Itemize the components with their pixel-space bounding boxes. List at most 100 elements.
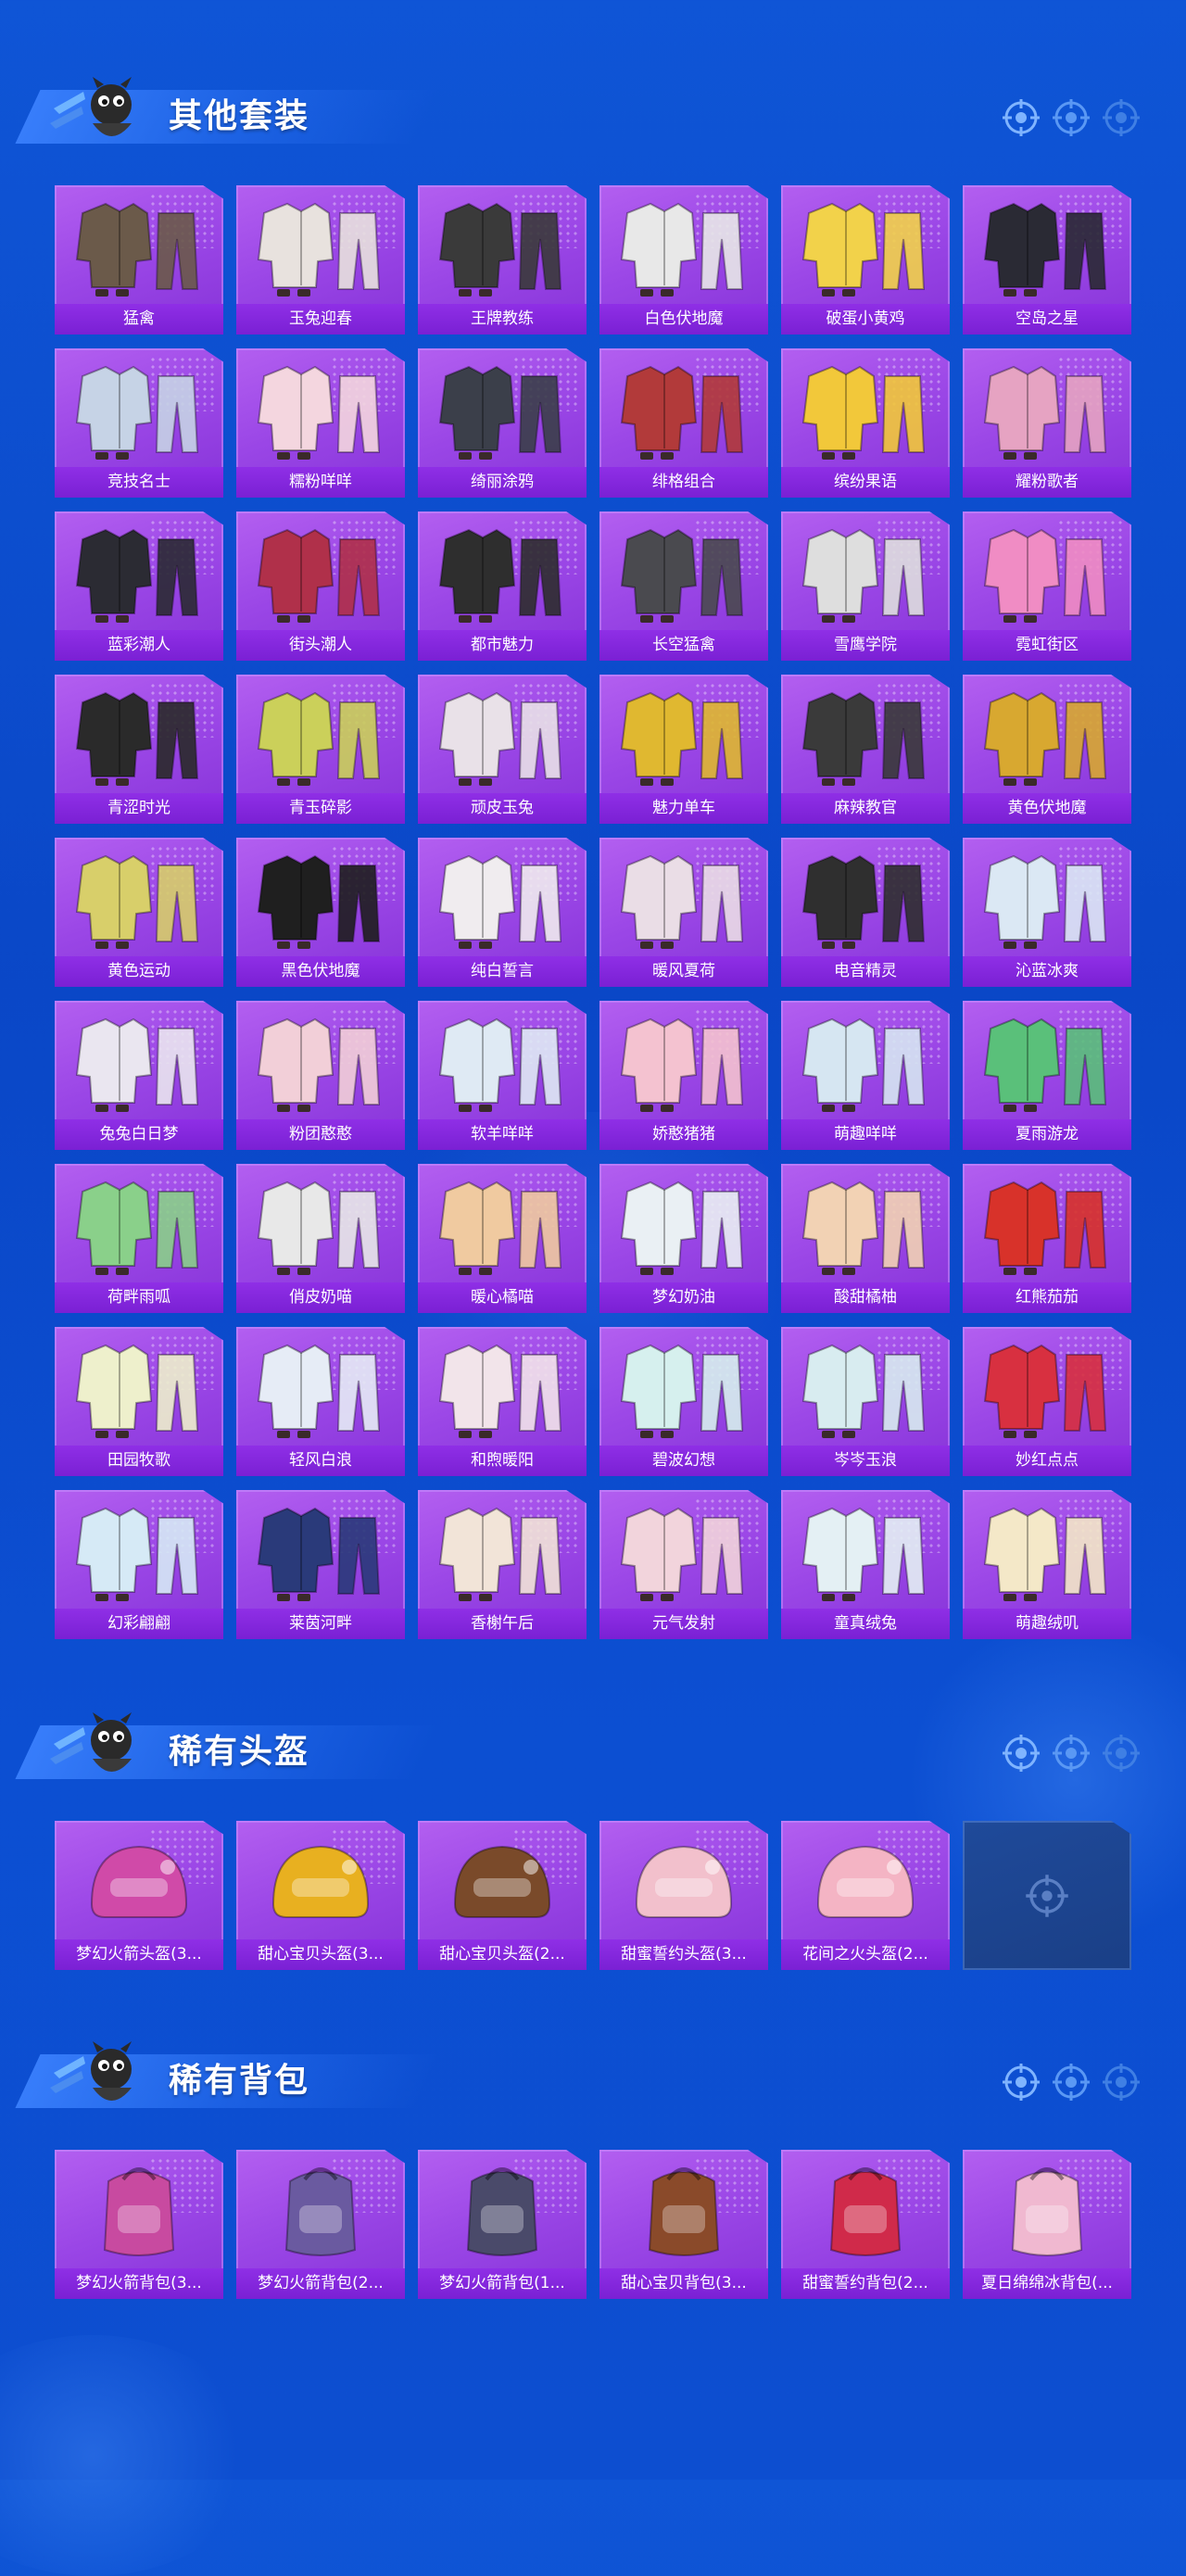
item-card[interactable]: 黄色运动 (55, 838, 223, 987)
item-card[interactable]: 幻彩翩翩 (55, 1490, 223, 1639)
item-card[interactable]: 黄色伏地魔 (963, 675, 1131, 824)
item-card[interactable]: 萌趣绒叽 (963, 1490, 1131, 1639)
item-card[interactable]: 猛禽 (55, 185, 223, 335)
item-label: 夏日绵绵冰背包(... (963, 2268, 1131, 2299)
item-card[interactable]: 黑色伏地魔 (236, 838, 405, 987)
item-card[interactable]: 娇憨猪猪 (599, 1001, 768, 1150)
outfit-icon (257, 528, 381, 623)
outfit-icon (438, 528, 562, 623)
item-label: 甜心宝贝背包(3... (599, 2268, 768, 2299)
item-card[interactable]: 兔兔白日梦 (55, 1001, 223, 1150)
item-card[interactable]: 青涩时光 (55, 675, 223, 824)
item-label: 顽皮玉兔 (418, 793, 587, 824)
outfit-icon (983, 854, 1107, 949)
item-label: 纯白誓言 (418, 956, 587, 987)
item-card[interactable]: 甜心宝贝头盔(2... (418, 1821, 587, 1970)
item-card[interactable]: 粉团憨憨 (236, 1001, 405, 1150)
item-card[interactable]: 雪鹰学院 (781, 511, 950, 661)
outfit-icon (983, 1344, 1107, 1438)
item-card[interactable]: 绯格组合 (599, 348, 768, 498)
decor-targets (1001, 97, 1149, 138)
item-card[interactable]: 麻辣教官 (781, 675, 950, 824)
item-card[interactable]: 顽皮玉兔 (418, 675, 587, 824)
outfit-icon (438, 365, 562, 460)
item-label: 街头潮人 (236, 630, 405, 661)
outfit-icon (438, 1181, 562, 1275)
item-card[interactable]: 白色伏地魔 (599, 185, 768, 335)
item-card[interactable]: 夏雨游龙 (963, 1001, 1131, 1150)
item-card[interactable]: 暖心橘喵 (418, 1164, 587, 1313)
item-card[interactable]: 花间之火头盔(2... (781, 1821, 950, 1970)
item-card[interactable]: 梦幻火箭背包(3... (55, 2150, 223, 2299)
item-card[interactable]: 魅力单车 (599, 675, 768, 824)
item-label: 梦幻火箭背包(2... (236, 2268, 405, 2299)
item-card[interactable]: 妙红点点 (963, 1327, 1131, 1476)
item-label: 梦幻火箭头盔(3... (55, 1939, 223, 1970)
item-label: 玉兔迎春 (236, 304, 405, 335)
item-card[interactable]: 沁蓝冰爽 (963, 838, 1131, 987)
outfit-icon (801, 528, 926, 623)
item-card[interactable]: 酸甜橘柚 (781, 1164, 950, 1313)
outfit-icon (438, 854, 562, 949)
item-label: 妙红点点 (963, 1446, 1131, 1476)
item-label: 猛禽 (55, 304, 223, 335)
outfit-icon (801, 1344, 926, 1438)
item-label: 绯格组合 (599, 467, 768, 498)
item-card[interactable]: 甜蜜誓约头盔(3... (599, 1821, 768, 1970)
item-card[interactable]: 软羊咩咩 (418, 1001, 587, 1150)
item-label: 梦幻奶油 (599, 1282, 768, 1313)
item-card[interactable]: 缤纷果语 (781, 348, 950, 498)
outfit-icon (620, 365, 744, 460)
item-card[interactable]: 碧波幻想 (599, 1327, 768, 1476)
item-label: 岑岑玉浪 (781, 1446, 950, 1476)
outfit-grid: 猛禽 玉兔迎春 王牌教练 白色伏地魔 破蛋小黄鸡 空岛之星竞技名士 糯粉咩咩 绮丽涂鸦 绯格组合… (55, 185, 1131, 1639)
item-card[interactable]: 青玉碎影 (236, 675, 405, 824)
item-card[interactable]: 和煦暖阳 (418, 1327, 587, 1476)
item-card[interactable]: 糯粉咩咩 (236, 348, 405, 498)
item-card[interactable]: 电音精灵 (781, 838, 950, 987)
item-label: 都市魅力 (418, 630, 587, 661)
item-card[interactable]: 破蛋小黄鸡 (781, 185, 950, 335)
helmet-grid: 梦幻火箭头盔(3... 甜心宝贝头盔(3... 甜心宝贝头盔(2... 甜蜜誓约头盔(… (55, 1821, 1131, 1970)
item-card[interactable]: 梦幻奶油 (599, 1164, 768, 1313)
item-card[interactable]: 竞技名士 (55, 348, 223, 498)
item-label: 粉团憨憨 (236, 1119, 405, 1150)
item-card[interactable]: 梦幻火箭头盔(3... (55, 1821, 223, 1970)
item-card[interactable]: 王牌教练 (418, 185, 587, 335)
item-card[interactable]: 香榭午后 (418, 1490, 587, 1639)
item-card[interactable]: 蓝彩潮人 (55, 511, 223, 661)
item-card[interactable]: 元气发射 (599, 1490, 768, 1639)
item-card[interactable]: 红熊茄茄 (963, 1164, 1131, 1313)
item-card[interactable]: 莱茵河畔 (236, 1490, 405, 1639)
item-card[interactable]: 耀粉歌者 (963, 348, 1131, 498)
item-card[interactable]: 甜蜜誓约背包(2... (781, 2150, 950, 2299)
item-card[interactable]: 长空猛禽 (599, 511, 768, 661)
item-card[interactable]: 霓虹街区 (963, 511, 1131, 661)
item-card[interactable]: 荷畔雨呱 (55, 1164, 223, 1313)
item-card[interactable]: 都市魅力 (418, 511, 587, 661)
item-card[interactable]: 夏日绵绵冰背包(... (963, 2150, 1131, 2299)
item-card[interactable]: 童真绒兔 (781, 1490, 950, 1639)
item-card[interactable]: 纯白誓言 (418, 838, 587, 987)
outfit-icon (257, 1181, 381, 1275)
item-card[interactable]: 街头潮人 (236, 511, 405, 661)
item-card[interactable]: 梦幻火箭背包(2... (236, 2150, 405, 2299)
mascot-icon (50, 77, 132, 136)
item-card[interactable]: 玉兔迎春 (236, 185, 405, 335)
item-card[interactable]: 空岛之星 (963, 185, 1131, 335)
item-card[interactable]: 岑岑玉浪 (781, 1327, 950, 1476)
item-card[interactable]: 萌趣咩咩 (781, 1001, 950, 1150)
item-card[interactable]: 暖风夏荷 (599, 838, 768, 987)
item-card[interactable]: 田园牧歌 (55, 1327, 223, 1476)
item-label: 王牌教练 (418, 304, 587, 335)
item-card[interactable]: 绮丽涂鸦 (418, 348, 587, 498)
item-card[interactable]: 梦幻火箭背包(1... (418, 2150, 587, 2299)
outfit-icon (257, 691, 381, 786)
backpack-icon (466, 2167, 538, 2256)
outfit-icon (438, 691, 562, 786)
section-header: 稀有头盔 (0, 1686, 1186, 1788)
item-card[interactable]: 俏皮奶喵 (236, 1164, 405, 1313)
item-card[interactable]: 甜心宝贝头盔(3... (236, 1821, 405, 1970)
item-card[interactable]: 轻风白浪 (236, 1327, 405, 1476)
item-card[interactable]: 甜心宝贝背包(3... (599, 2150, 768, 2299)
